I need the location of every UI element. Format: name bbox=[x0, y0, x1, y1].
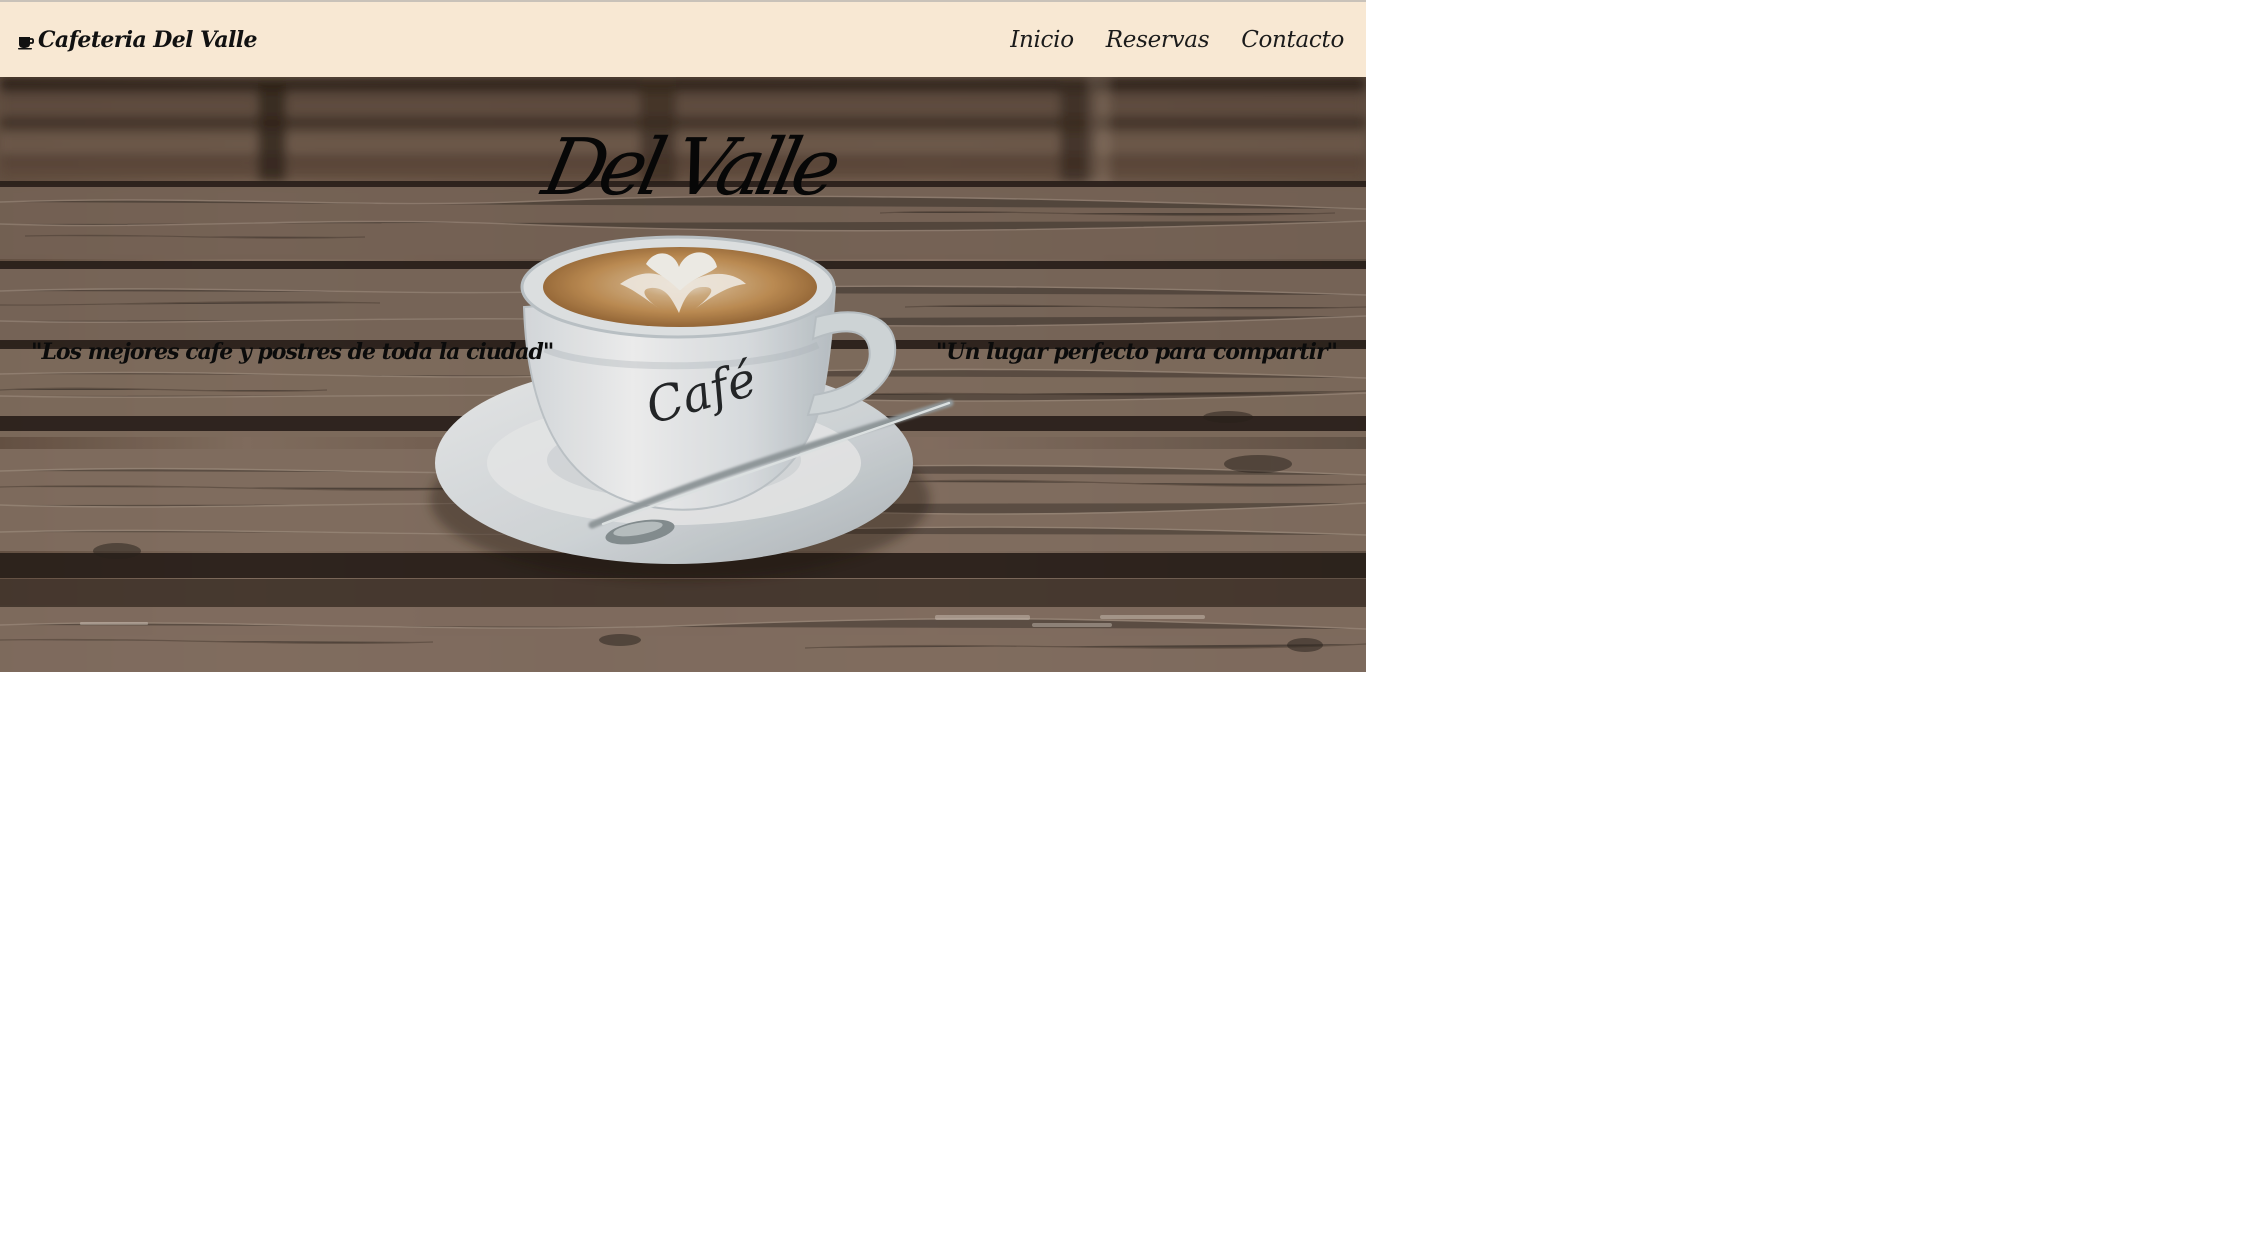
coffee-cup-icon bbox=[18, 32, 34, 50]
brand-link[interactable]: Cafeteria Del Valle bbox=[18, 26, 258, 53]
nav-item-contacto: Contacto bbox=[1241, 27, 1344, 53]
nav-item-reservas: Reservas bbox=[1106, 27, 1210, 53]
hero-title: Del Valle bbox=[535, 123, 842, 213]
navigation-menu: Inicio Reservas Contacto bbox=[1010, 27, 1344, 53]
hero-banner: Café Del Valle "Los mejores cafe y postr… bbox=[0, 77, 1366, 672]
right-hero-quote: "Un lugar perfecto para compartir" bbox=[935, 339, 1338, 365]
nav-link-reservas[interactable]: Reservas bbox=[1106, 27, 1210, 53]
brand-label: Cafeteria Del Valle bbox=[38, 26, 258, 53]
nav-link-inicio[interactable]: Inicio bbox=[1010, 27, 1074, 53]
website-viewport: Cafeteria Del Valle Inicio Reservas Cont… bbox=[0, 0, 1366, 672]
nav-item-inicio: Inicio bbox=[1010, 27, 1074, 53]
top-navbar: Cafeteria Del Valle Inicio Reservas Cont… bbox=[0, 0, 1366, 77]
nav-link-contacto[interactable]: Contacto bbox=[1241, 27, 1344, 53]
left-hero-quote: "Los mejores cafe y postres de toda la c… bbox=[31, 339, 554, 365]
